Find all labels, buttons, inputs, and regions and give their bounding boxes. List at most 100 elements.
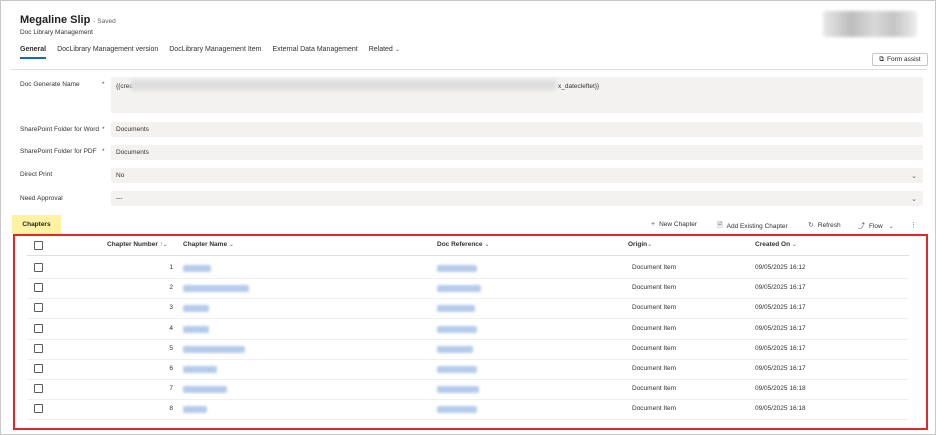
chevron-down-icon: ⌄ xyxy=(791,242,797,248)
doc-reference-link[interactable] xyxy=(437,326,477,333)
more-vertical-icon: ⋮ xyxy=(910,222,917,229)
chapter-number-header-label: Chapter Number xyxy=(107,241,158,248)
new-chapter-button[interactable]: + New Chapter xyxy=(651,221,697,228)
chapter-number-cell: 4 xyxy=(169,325,173,332)
record-form: Megaline Slip - Saved Doc Library Managem… xyxy=(0,0,936,435)
doc-generate-name-label: Doc Generate Name xyxy=(20,81,80,88)
select-all-checkbox[interactable] xyxy=(34,241,43,250)
row-checkbox[interactable] xyxy=(34,404,43,413)
header-image xyxy=(823,11,917,37)
row-checkbox[interactable] xyxy=(34,384,43,393)
new-chapter-label: New Chapter xyxy=(659,221,698,228)
more-commands-button[interactable]: ⋮ xyxy=(910,221,917,229)
origin-header-label: Origin xyxy=(628,241,648,248)
sharepoint-word-value: Documents xyxy=(116,126,149,133)
sort-ascending-icon: ↑⌄ xyxy=(159,242,168,248)
origin-cell: Document Item xyxy=(632,264,677,271)
refresh-button[interactable]: ↻ Refresh xyxy=(808,221,841,230)
chapter-name-link[interactable] xyxy=(183,406,207,413)
chevron-down-icon: ⌄ xyxy=(647,242,653,248)
chapter-name-link[interactable] xyxy=(183,305,209,312)
row-checkbox[interactable] xyxy=(34,303,43,312)
direct-print-select[interactable]: No ⌄ xyxy=(111,168,923,183)
tab-doclibrary-item[interactable]: DocLibrary Management Item xyxy=(169,46,261,59)
row-checkbox[interactable] xyxy=(34,324,43,333)
doc-generate-name-field[interactable]: {{crec x_datecleftet}} xyxy=(111,77,923,113)
column-header-origin[interactable]: Origin⌄ xyxy=(628,241,652,248)
created-on-cell: 09/05/2025 16:17 xyxy=(755,365,806,372)
tab-doclibrary-item-label: DocLibrary Management Item xyxy=(169,46,262,53)
sharepoint-pdf-field[interactable]: Documents xyxy=(111,145,923,160)
chapter-name-link[interactable] xyxy=(183,326,209,333)
chapter-number-cell: 6 xyxy=(169,365,173,372)
column-header-doc-reference[interactable]: Doc Reference ⌄ xyxy=(437,241,489,248)
created-on-cell: 09/05/2025 16:17 xyxy=(755,345,806,352)
tab-related-label: Related xyxy=(368,46,393,53)
row-divider xyxy=(27,298,909,299)
origin-cell: Document Item xyxy=(632,325,677,332)
tab-doclibrary-version[interactable]: DocLibrary Management version xyxy=(57,46,158,59)
chapter-name-link[interactable] xyxy=(183,346,245,353)
chapter-name-header-label: Chapter Name xyxy=(183,241,228,248)
doc-generate-name-value-end: x_datecleftet}} xyxy=(558,83,600,90)
row-divider xyxy=(27,339,909,340)
chapter-name-link[interactable] xyxy=(183,386,227,393)
origin-cell: Document Item xyxy=(632,345,677,352)
doc-reference-header-label: Doc Reference xyxy=(437,241,483,248)
refresh-label: Refresh xyxy=(817,221,841,229)
flow-label: Flow xyxy=(869,222,883,230)
row-divider xyxy=(27,399,909,400)
column-header-created-on[interactable]: Created On ⌄ xyxy=(755,241,797,248)
row-divider xyxy=(27,278,909,279)
chapter-name-link[interactable] xyxy=(183,265,211,272)
need-approval-select[interactable]: --- ⌄ xyxy=(111,191,923,206)
chapter-number-cell: 8 xyxy=(169,405,173,412)
doc-reference-link[interactable] xyxy=(437,305,475,312)
chapter-name-link[interactable] xyxy=(183,366,217,373)
doc-reference-link[interactable] xyxy=(437,265,477,272)
chevron-down-icon: ⌄ xyxy=(394,47,400,53)
created-on-cell: 09/05/2025 16:18 xyxy=(755,405,806,412)
sharepoint-word-field[interactable]: Documents xyxy=(111,122,923,137)
form-assist-button[interactable]: ⧉ Form assist xyxy=(872,53,928,66)
row-checkbox[interactable] xyxy=(34,263,43,272)
sharepoint-word-label: SharePoint Folder for Word xyxy=(20,126,99,133)
tab-related[interactable]: Related ⌄ xyxy=(369,46,400,59)
add-existing-chapter-button[interactable]: 🗎 Add Existing Chapter xyxy=(717,221,788,232)
sharepoint-pdf-value: Documents xyxy=(116,149,149,156)
row-divider xyxy=(27,318,909,319)
tab-external-data[interactable]: External Data Management xyxy=(272,46,357,59)
add-existing-chapter-label: Add Existing Chapter xyxy=(726,223,788,230)
save-status: - Saved xyxy=(93,18,116,25)
need-approval-value: --- xyxy=(116,195,123,202)
required-indicator: * xyxy=(102,81,105,88)
refresh-icon: ↻ xyxy=(808,222,814,229)
redacted-value xyxy=(131,80,556,90)
created-on-cell: 09/05/2025 16:17 xyxy=(755,325,806,332)
record-title-text: Megaline Slip xyxy=(20,14,91,26)
doc-reference-link[interactable] xyxy=(437,346,473,353)
plus-icon: + xyxy=(651,221,656,228)
doc-reference-link[interactable] xyxy=(437,386,479,393)
column-header-chapter-name[interactable]: Chapter Name ⌄ xyxy=(183,241,234,248)
flow-icon: ⤴ xyxy=(858,223,865,230)
required-indicator: * xyxy=(102,126,105,133)
row-checkbox[interactable] xyxy=(34,283,43,292)
chapter-name-link[interactable] xyxy=(183,285,249,292)
column-header-chapter-number[interactable]: Chapter Number ↑⌄ xyxy=(107,241,168,248)
row-divider xyxy=(27,359,909,360)
row-checkbox[interactable] xyxy=(34,364,43,373)
origin-cell: Document Item xyxy=(632,284,677,291)
need-approval-label: Need Approval xyxy=(20,195,63,202)
doc-reference-link[interactable] xyxy=(437,406,477,413)
created-on-cell: 09/05/2025 16:12 xyxy=(755,264,806,271)
flow-button[interactable]: ⤴ Flow ⌄ xyxy=(858,221,894,231)
created-on-cell: 09/05/2025 16:17 xyxy=(755,304,806,311)
doc-reference-link[interactable] xyxy=(437,366,477,373)
origin-cell: Document Item xyxy=(632,365,677,372)
row-checkbox[interactable] xyxy=(34,344,43,353)
row-divider xyxy=(27,419,909,420)
chevron-down-icon: ⌄ xyxy=(911,173,917,180)
tab-general[interactable]: General xyxy=(20,46,47,59)
doc-reference-link[interactable] xyxy=(437,285,481,292)
